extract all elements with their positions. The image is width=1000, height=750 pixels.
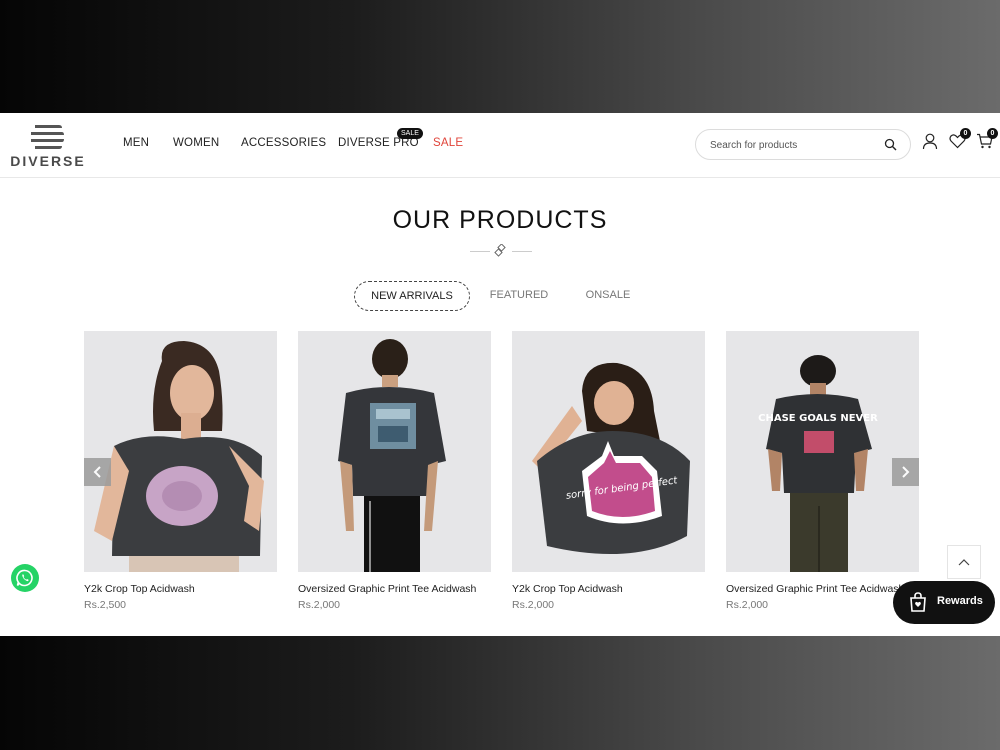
title-divider [470,243,532,259]
wishlist-button[interactable]: 0 [949,128,971,154]
carousel-next-button[interactable] [892,458,919,486]
product-name[interactable]: Y2k Crop Top Acidwash [84,583,277,595]
nav-item-accessories[interactable]: ACCESSORIES [241,137,326,149]
product-card[interactable]: sorry for being perfect Y2k Crop Top Aci… [512,331,705,611]
product-price: Rs.2,500 [84,599,127,611]
product-price: Rs.2,000 [512,599,555,611]
whatsapp-icon [16,569,33,587]
product-card[interactable]: CHASE GOALS NEVER Oversized Graphic Prin… [726,331,919,611]
page: DIVERSE MEN WOMEN ACCESSORIES DIVERSE PR… [0,113,1000,636]
product-price: Rs.2,000 [298,599,341,611]
search-input[interactable] [710,137,870,153]
print-text: CHASE GOALS NEVER [758,413,878,424]
account-button[interactable] [922,133,938,155]
nav-item-men[interactable]: MEN [123,137,149,149]
carousel-prev-button[interactable] [84,458,111,486]
chevron-up-icon [958,559,970,566]
product-name[interactable]: Oversized Graphic Print Tee Acidwash [298,583,491,595]
bottom-frame [0,636,1000,750]
chevron-right-icon [902,466,910,478]
product-image[interactable] [298,331,491,572]
logo-icon [31,125,64,149]
product-card[interactable]: Oversized Graphic Print Tee Acidwash Rs.… [298,331,491,611]
search-icon[interactable] [884,138,897,151]
tab-new-arrivals[interactable]: NEW ARRIVALS [354,281,470,311]
product-card[interactable]: Y2k Crop Top Acidwash Rs.2,500 [84,331,277,611]
rewards-label: Rewards [937,595,983,607]
rewards-button[interactable]: Rewards [893,581,995,624]
whatsapp-button[interactable] [11,564,39,592]
tab-onsale[interactable]: ONSALE [578,281,638,311]
section-title: OUR PRODUCTS [392,206,608,234]
product-image[interactable] [84,331,277,572]
user-icon [922,133,938,150]
product-name[interactable]: Oversized Graphic Print Tee Acidwash [726,583,919,595]
shopping-bag-icon [910,592,926,612]
product-image[interactable]: sorry for being perfect [512,331,705,572]
back-to-top-button[interactable] [947,545,981,579]
cart-button[interactable]: 0 [976,128,998,154]
search-bar [695,129,911,160]
product-price: Rs.2,000 [726,599,769,611]
brand-logo[interactable]: DIVERSE [2,122,92,172]
tab-featured[interactable]: FEATURED [484,281,554,311]
diamond-ornament-icon [494,244,506,257]
cart-count: 0 [987,128,998,139]
wishlist-count: 0 [960,128,971,139]
brand-name: DIVERSE [10,153,86,169]
product-image[interactable]: CHASE GOALS NEVER [726,331,919,572]
product-name[interactable]: Y2k Crop Top Acidwash [512,583,705,595]
site-header: DIVERSE MEN WOMEN ACCESSORIES DIVERSE PR… [0,113,1000,178]
nav-item-sale[interactable]: SALE [433,137,463,149]
sale-badge: SALE [397,128,423,139]
chevron-left-icon [93,466,101,478]
nav-item-women[interactable]: WOMEN [173,137,219,149]
